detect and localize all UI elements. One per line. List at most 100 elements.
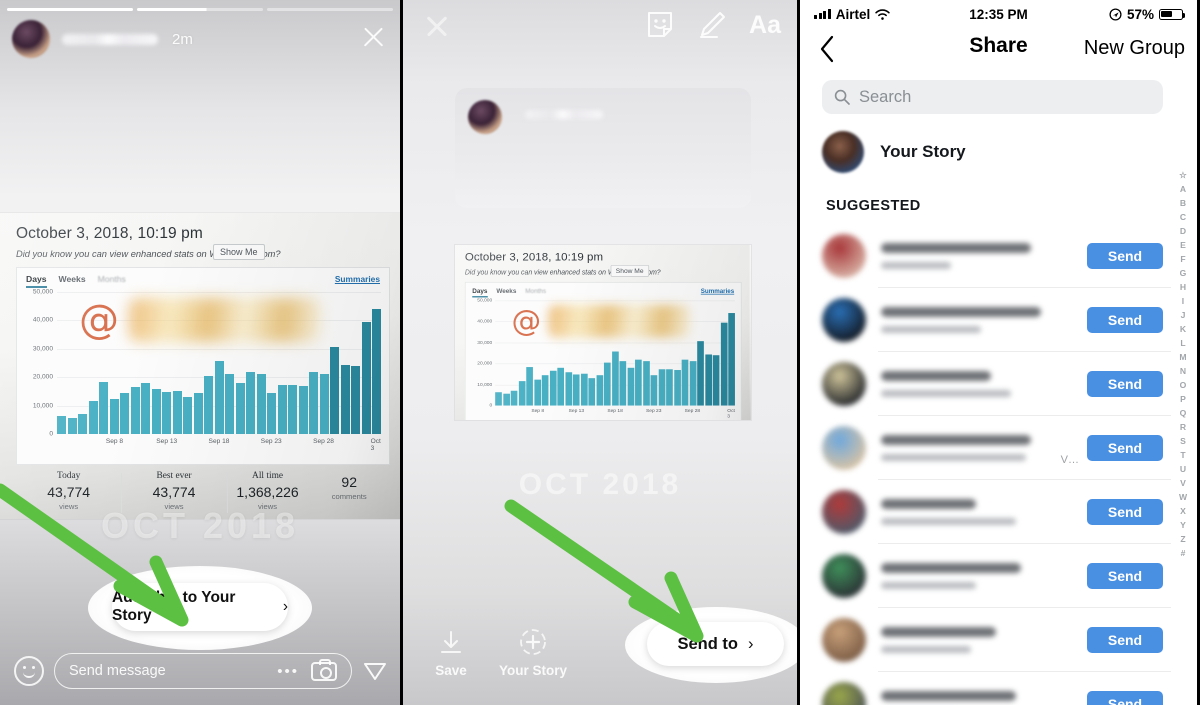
chart-bar bbox=[361, 322, 371, 434]
avatar[interactable] bbox=[12, 20, 50, 58]
alpha-index-letter[interactable]: ☆ bbox=[1179, 168, 1187, 182]
alpha-index-letter[interactable]: D bbox=[1180, 224, 1186, 238]
alpha-index-letter[interactable]: F bbox=[1180, 252, 1185, 266]
chart-bar bbox=[130, 386, 140, 434]
send-button[interactable]: Send bbox=[1087, 627, 1163, 653]
redaction-smear bbox=[129, 298, 321, 342]
send-button[interactable]: Send bbox=[1087, 243, 1163, 269]
save-button[interactable]: Save bbox=[429, 625, 473, 678]
alpha-index-letter[interactable]: C bbox=[1180, 210, 1186, 224]
paper-plane-icon[interactable] bbox=[362, 658, 388, 684]
shared-post-card[interactable] bbox=[455, 88, 751, 208]
alpha-index-letter[interactable]: R bbox=[1180, 420, 1186, 434]
send-to-button[interactable]: Send to › bbox=[647, 622, 784, 666]
chart-bar bbox=[78, 414, 88, 434]
stat-label: Today bbox=[57, 471, 81, 481]
alpha-index-letter[interactable]: Y bbox=[1180, 518, 1186, 532]
save-label: Save bbox=[435, 663, 467, 678]
stats-screenshot-thumbnail[interactable]: October 3, 2018, 10:19 pm Did you know y… bbox=[455, 245, 751, 420]
contact-row[interactable]: Send bbox=[800, 352, 1197, 416]
chart-bar bbox=[183, 397, 193, 434]
alpha-index-letter[interactable]: X bbox=[1180, 504, 1186, 518]
message-bar: Send message ••• bbox=[14, 651, 388, 691]
alpha-index-letter[interactable]: B bbox=[1180, 196, 1186, 210]
stat-value: 43,774 bbox=[152, 484, 196, 500]
draw-pen-icon[interactable] bbox=[697, 10, 727, 40]
alpha-index-letter[interactable]: L bbox=[1180, 336, 1185, 350]
show-me-button[interactable]: Show Me bbox=[213, 244, 265, 260]
alpha-index-letter[interactable]: # bbox=[1181, 546, 1186, 560]
story-progress-bar[interactable] bbox=[7, 8, 393, 11]
alpha-index-letter[interactable]: U bbox=[1180, 462, 1186, 476]
chart-bar bbox=[214, 361, 224, 434]
send-button[interactable]: Send bbox=[1087, 371, 1163, 397]
stat-label: All time bbox=[252, 471, 284, 481]
chart-bar bbox=[720, 322, 728, 406]
send-button[interactable]: Send bbox=[1087, 563, 1163, 589]
alpha-index-letter[interactable]: N bbox=[1180, 364, 1186, 378]
ellipsis-icon[interactable]: ••• bbox=[277, 663, 299, 680]
your-story-row[interactable]: Your Story bbox=[822, 128, 1177, 176]
chart-bar bbox=[340, 364, 350, 434]
summaries-link[interactable]: Summaries bbox=[335, 274, 380, 284]
chart-bar bbox=[549, 370, 557, 406]
alpha-index-letter[interactable]: G bbox=[1180, 266, 1187, 280]
alpha-index-letter[interactable]: P bbox=[1180, 392, 1186, 406]
cta-label: Send to bbox=[677, 634, 739, 653]
alpha-index-letter[interactable]: Q bbox=[1180, 406, 1187, 420]
tab-days[interactable]: Days bbox=[26, 274, 47, 288]
send-message-input[interactable]: Send message ••• bbox=[54, 653, 352, 689]
chart-bar bbox=[372, 309, 382, 434]
add-this-to-your-story-button[interactable]: Add This to Your Story › bbox=[112, 583, 288, 631]
alpha-index-letter[interactable]: T bbox=[1180, 448, 1185, 462]
send-button[interactable]: Send bbox=[1087, 691, 1163, 705]
your-story-button[interactable]: Your Story bbox=[488, 625, 578, 678]
smiley-icon[interactable] bbox=[14, 656, 44, 686]
suggested-contacts-list[interactable]: Send Send Send V… Send Send Send Send Send bbox=[800, 224, 1197, 705]
close-icon[interactable] bbox=[358, 22, 388, 52]
contact-handle-blurred bbox=[881, 262, 951, 269]
contact-row[interactable]: Send bbox=[800, 480, 1197, 544]
sticker-icon[interactable] bbox=[645, 10, 675, 40]
contact-row[interactable]: Send bbox=[800, 608, 1197, 672]
camera-icon[interactable] bbox=[311, 658, 337, 681]
alphabet-index[interactable]: ☆ A B C D E F G H I J K L M N O P Q R S T U V W X Y Z # bbox=[1175, 168, 1191, 560]
alpha-index-letter[interactable]: J bbox=[1181, 308, 1186, 322]
chart-bar bbox=[526, 367, 534, 406]
alpha-index-letter[interactable]: S bbox=[1180, 434, 1186, 448]
alpha-index-letter[interactable]: E bbox=[1180, 238, 1186, 252]
close-icon[interactable] bbox=[423, 12, 451, 40]
chart-bar bbox=[351, 365, 361, 434]
send-message-placeholder: Send message bbox=[69, 663, 166, 679]
alpha-index-letter[interactable]: W bbox=[1179, 490, 1187, 504]
chart-bar bbox=[627, 368, 635, 406]
chart-range-tabs[interactable]: Days Weeks Months bbox=[26, 274, 126, 288]
alpha-index-letter[interactable]: M bbox=[1179, 350, 1186, 364]
contact-row[interactable]: Send bbox=[800, 672, 1197, 705]
contact-row[interactable]: Send bbox=[800, 224, 1197, 288]
send-button[interactable]: Send bbox=[1087, 307, 1163, 333]
send-button[interactable]: Send bbox=[1087, 435, 1163, 461]
x-tick-label: Sep 13 bbox=[156, 438, 178, 445]
alpha-index-letter[interactable]: V bbox=[1180, 476, 1186, 490]
send-button[interactable]: Send bbox=[1087, 499, 1163, 525]
text-aa-icon[interactable]: Aa bbox=[749, 12, 781, 38]
contact-handle-blurred bbox=[881, 582, 976, 589]
new-group-button[interactable]: New Group bbox=[1084, 37, 1185, 60]
chart-bar bbox=[541, 375, 549, 406]
alpha-index-letter[interactable]: H bbox=[1180, 280, 1186, 294]
alpha-index-letter[interactable]: Z bbox=[1180, 532, 1185, 546]
alpha-index-letter[interactable]: A bbox=[1180, 182, 1186, 196]
avatar bbox=[822, 298, 866, 342]
search-placeholder: Search bbox=[859, 87, 912, 106]
alpha-index-letter[interactable]: K bbox=[1180, 322, 1186, 336]
contact-name-blurred bbox=[881, 307, 1041, 317]
contact-row[interactable]: Send bbox=[800, 544, 1197, 608]
tab-months[interactable]: Months bbox=[98, 274, 126, 288]
contact-row[interactable]: V… Send bbox=[800, 416, 1197, 480]
alpha-index-letter[interactable]: I bbox=[1182, 294, 1184, 308]
contact-row[interactable]: Send bbox=[800, 288, 1197, 352]
alpha-index-letter[interactable]: O bbox=[1180, 378, 1187, 392]
search-input[interactable]: Search bbox=[822, 80, 1163, 114]
tab-weeks[interactable]: Weeks bbox=[59, 274, 86, 288]
